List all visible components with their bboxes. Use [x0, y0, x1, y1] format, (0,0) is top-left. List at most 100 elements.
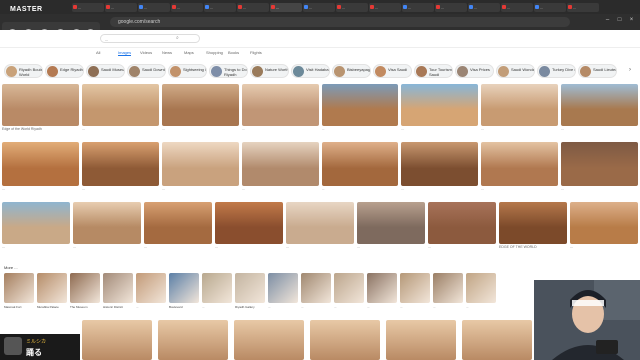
browser-tab[interactable]: ... — [237, 3, 269, 12]
related-thumbnail[interactable] — [268, 273, 298, 303]
related-thumbnail[interactable] — [301, 273, 331, 303]
related-thumbnail[interactable] — [466, 273, 496, 303]
image-result[interactable] — [82, 320, 152, 360]
related-chip[interactable]: Bisbeeyapagaki — [332, 64, 371, 78]
chip-thumbnail — [47, 66, 58, 77]
related-chip[interactable]: Visit Hadaba — [291, 64, 330, 78]
browser-tab[interactable]: ... — [105, 3, 137, 12]
image-result[interactable] — [570, 202, 638, 244]
related-thumbnail[interactable] — [202, 273, 232, 303]
image-result[interactable] — [357, 202, 425, 244]
image-result[interactable] — [401, 142, 479, 186]
image-result[interactable] — [462, 320, 532, 360]
browser-tab[interactable]: ... — [567, 3, 599, 12]
image-result[interactable] — [286, 202, 354, 244]
related-thumbnail[interactable] — [334, 273, 364, 303]
chip-label: Things to Do in Riyadh — [224, 67, 247, 77]
related-chip[interactable]: Saudi Museum — [86, 64, 125, 78]
related-thumbnail[interactable] — [103, 273, 133, 303]
related-chip[interactable]: Saudi Wonders — [496, 64, 535, 78]
tab-label: ... — [210, 5, 214, 10]
filter-tab[interactable]: Books — [228, 50, 239, 55]
related-chip[interactable]: Visa Saudi — [373, 64, 412, 78]
related-thumbnail[interactable] — [70, 273, 100, 303]
browser-tab[interactable]: ... — [171, 3, 203, 12]
related-chip[interactable]: Edge Riyadh — [45, 64, 84, 78]
related-chip[interactable]: Sightseeing in Saudi — [168, 64, 207, 78]
chevron-right-icon[interactable]: › — [629, 67, 631, 73]
image-result[interactable] — [234, 320, 304, 360]
tab-label: ... — [243, 5, 247, 10]
close-icon[interactable]: × — [628, 17, 635, 24]
browser-tab[interactable]: ... — [72, 3, 104, 12]
image-result[interactable] — [481, 84, 559, 126]
image-result[interactable] — [2, 84, 79, 126]
image-result[interactable] — [144, 202, 212, 244]
browser-tab[interactable]: ... — [501, 3, 533, 12]
related-chip[interactable]: Saudi Lieutenant — [578, 64, 617, 78]
related-chip[interactable]: Nature Worth Visiting — [250, 64, 289, 78]
image-result[interactable] — [481, 142, 559, 186]
image-result[interactable] — [241, 84, 319, 126]
image-result[interactable] — [561, 142, 638, 186]
image-caption: ... — [401, 187, 405, 191]
browser-tab[interactable]: ... — [402, 3, 434, 12]
image-result[interactable] — [73, 202, 141, 244]
minimize-icon[interactable]: – — [604, 17, 611, 24]
image-result[interactable] — [321, 84, 399, 126]
image-result[interactable] — [499, 202, 567, 244]
image-result[interactable] — [161, 84, 239, 126]
related-chip[interactable]: Turkey Dive Center — [537, 64, 576, 78]
related-thumbnail[interactable] — [400, 273, 430, 303]
related-thumbnail[interactable] — [169, 273, 199, 303]
image-result[interactable] — [161, 142, 239, 186]
image-result[interactable] — [81, 142, 159, 186]
related-thumbnail[interactable] — [4, 273, 34, 303]
related-thumbnail[interactable] — [235, 273, 265, 303]
filter-tab[interactable]: All — [96, 50, 100, 55]
browser-tab[interactable]: ... — [303, 3, 335, 12]
maximize-icon[interactable]: □ — [616, 17, 623, 24]
image-result[interactable] — [81, 84, 159, 126]
browser-tab[interactable]: ... — [468, 3, 500, 12]
filter-tab[interactable]: Videos — [140, 50, 152, 55]
image-result[interactable] — [428, 202, 496, 244]
browser-tab[interactable]: ... — [435, 3, 467, 12]
browser-tab[interactable]: ... — [270, 3, 302, 12]
filter-tab[interactable]: Flights — [250, 50, 262, 55]
image-result[interactable] — [215, 202, 283, 244]
image-result[interactable] — [241, 142, 319, 186]
image-result[interactable] — [561, 84, 638, 126]
chip-thumbnail — [6, 66, 17, 77]
image-result[interactable] — [386, 320, 456, 360]
image-result[interactable] — [401, 84, 479, 126]
related-thumbnail[interactable] — [433, 273, 463, 303]
related-chip[interactable]: Visa Prices — [455, 64, 494, 78]
image-result[interactable] — [158, 320, 228, 360]
browser-tab[interactable]: ... — [369, 3, 401, 12]
filter-tab[interactable]: News — [162, 50, 172, 55]
image-result[interactable] — [2, 142, 79, 186]
browser-tab[interactable]: ... — [204, 3, 236, 12]
filter-tab[interactable]: Images — [118, 50, 132, 56]
related-chip[interactable]: Saudi Downtown — [127, 64, 166, 78]
image-result[interactable] — [321, 142, 399, 186]
filter-tab[interactable]: Shopping — [206, 50, 223, 55]
related-thumbnail[interactable] — [37, 273, 67, 303]
related-chip[interactable]: Riyadh Boulevard World — [4, 64, 43, 78]
related-chip[interactable]: Tour Tourism in Saudi — [414, 64, 453, 78]
related-thumbnail-label: ... — [433, 305, 436, 309]
related-thumbnail[interactable] — [367, 273, 397, 303]
related-chip[interactable]: Things to Do in Riyadh — [209, 64, 248, 78]
browser-tab[interactable]: ... — [336, 3, 368, 12]
filter-tab[interactable]: Maps — [184, 50, 194, 55]
related-thumbnail[interactable] — [136, 273, 166, 303]
search-input[interactable]: ... — [100, 34, 200, 43]
search-icon[interactable]: ⌕ — [176, 35, 179, 41]
image-result[interactable] — [310, 320, 380, 360]
related-section-title: More ... — [4, 265, 18, 270]
url-field[interactable]: google.com/search — [110, 17, 570, 27]
browser-tab[interactable]: ... — [138, 3, 170, 12]
browser-tab[interactable]: ... — [534, 3, 566, 12]
image-result[interactable] — [2, 202, 70, 244]
